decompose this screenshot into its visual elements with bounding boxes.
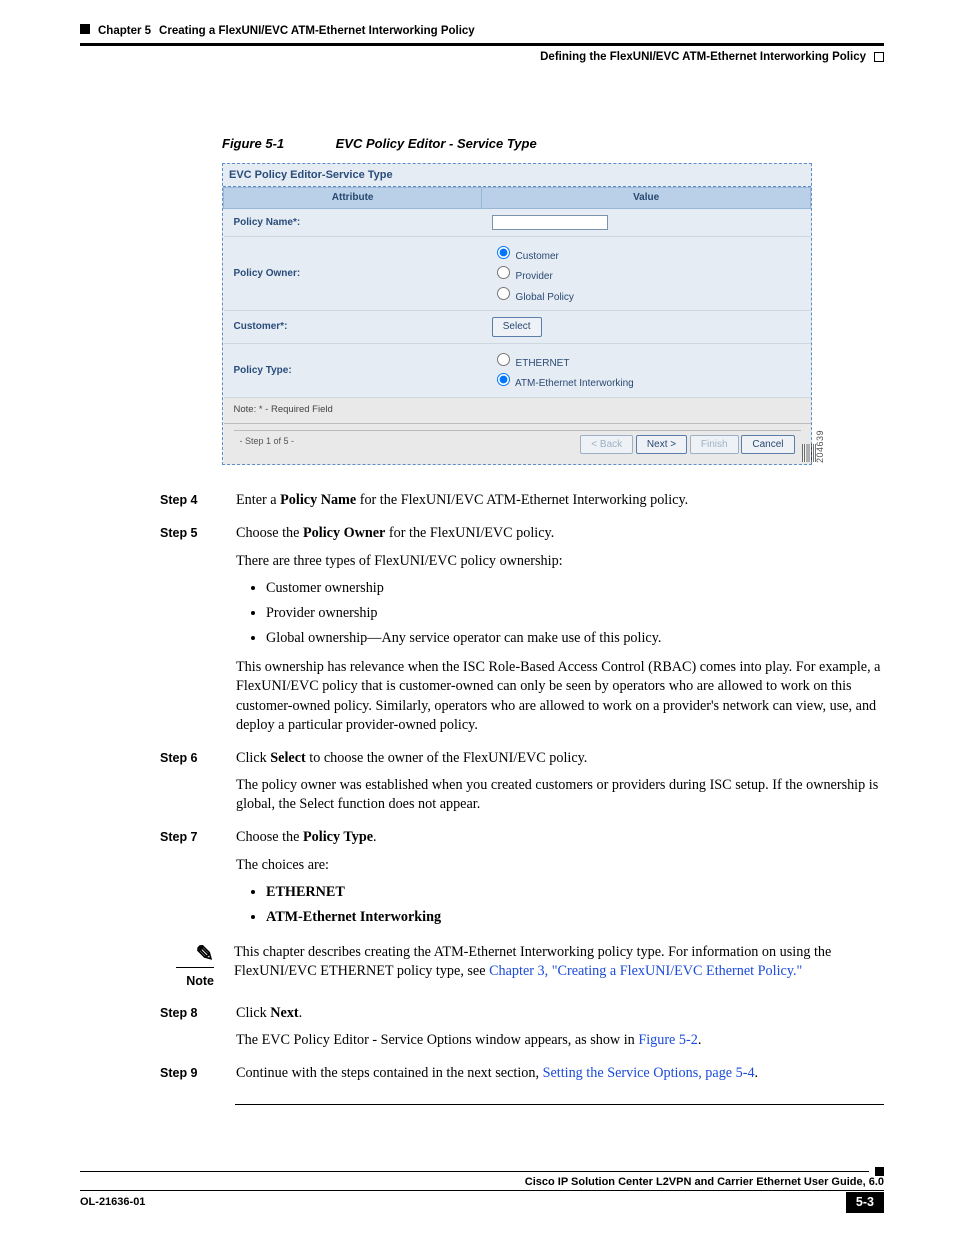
header-rule-thin	[80, 45, 884, 46]
step-indicator: - Step 1 of 5 -	[240, 435, 295, 447]
panel-title: EVC Policy Editor-Service Type	[223, 164, 811, 188]
radio-global[interactable]: Global Policy	[492, 292, 574, 303]
footer-book-title: Cisco IP Solution Center L2VPN and Carri…	[80, 1175, 884, 1190]
step-9-label: Step 9	[160, 1064, 214, 1091]
row-policy-name-label: Policy Name*:	[224, 208, 482, 236]
step-7: Step 7 Choose the Policy Type. The choic…	[160, 828, 884, 937]
figure-caption: Figure 5-1 EVC Policy Editor - Service T…	[222, 135, 884, 153]
step-5-label: Step 5	[160, 524, 214, 743]
next-button[interactable]: Next >	[636, 435, 687, 455]
step-5: Step 5 Choose the Policy Owner for the F…	[160, 524, 884, 743]
step-8-label: Step 8	[160, 1004, 214, 1058]
page-footer: Cisco IP Solution Center L2VPN and Carri…	[80, 1167, 884, 1213]
section-title: Defining the FlexUNI/EVC ATM-Ethernet In…	[540, 50, 866, 66]
note-rule	[176, 967, 214, 968]
section-end-rule	[235, 1104, 884, 1105]
figure-id: 204639	[814, 430, 826, 463]
row-customer-label: Customer*:	[224, 311, 482, 344]
radio-provider[interactable]: Provider	[492, 271, 553, 282]
step-9: Step 9 Continue with the steps contained…	[160, 1064, 884, 1091]
figure-screenshot: EVC Policy Editor-Service Type Attribute…	[222, 163, 812, 466]
step-8: Step 8 Click Next. The EVC Policy Editor…	[160, 1004, 884, 1058]
chapter-title: Creating a FlexUNI/EVC ATM-Ethernet Inte…	[159, 24, 884, 40]
back-button[interactable]: < Back	[580, 435, 633, 455]
policy-name-input[interactable]	[492, 215, 608, 230]
step-6: Step 6 Click Select to choose the owner …	[160, 749, 884, 823]
footer-page-number: 5-3	[846, 1192, 884, 1213]
finish-button[interactable]: Finish	[690, 435, 739, 455]
col-value: Value	[482, 188, 811, 209]
list-item: Provider ownership	[266, 604, 884, 623]
chapter-label: Chapter 5	[98, 24, 151, 40]
radio-atm-ethernet[interactable]: ATM-Ethernet Interworking	[492, 378, 634, 389]
col-attribute: Attribute	[224, 188, 482, 209]
list-item: Global ownership—Any service operator ca…	[266, 629, 884, 648]
radio-customer[interactable]: Customer	[492, 251, 559, 262]
header-square-icon	[874, 52, 884, 62]
step-7-label: Step 7	[160, 828, 214, 937]
step-6-label: Step 6	[160, 749, 214, 823]
list-item: ETHERNET	[266, 883, 884, 902]
radio-ethernet[interactable]: ETHERNET	[492, 358, 570, 369]
footer-rule-thin	[80, 1190, 884, 1191]
figure-number: Figure 5-1	[222, 135, 332, 153]
footer-rule	[80, 1171, 869, 1172]
cancel-button[interactable]: Cancel	[741, 435, 794, 455]
row-policy-owner-label: Policy Owner:	[224, 236, 482, 311]
step-4-label: Step 4	[160, 491, 214, 518]
figure-title: EVC Policy Editor - Service Type	[336, 136, 537, 151]
step-4: Step 4 Enter a Policy Name for the FlexU…	[160, 491, 884, 518]
list-item: Customer ownership	[266, 579, 884, 598]
list-item: ATM-Ethernet Interworking	[266, 908, 884, 927]
note-label: Note	[186, 974, 214, 988]
section-link[interactable]: Setting the Service Options, page 5-4	[543, 1065, 755, 1081]
note-block: ✎ Note This chapter describes creating t…	[160, 943, 884, 990]
page-header: Chapter 5 Creating a FlexUNI/EVC ATM-Eth…	[80, 24, 884, 65]
footer-doc-id: OL-21636-01	[80, 1195, 145, 1210]
header-marker-icon	[80, 24, 90, 34]
select-customer-button[interactable]: Select	[492, 317, 542, 337]
required-note: Note: * - Required Field	[224, 397, 811, 423]
row-policy-type-label: Policy Type:	[224, 343, 482, 397]
note-link[interactable]: Chapter 3, "Creating a FlexUNI/EVC Ether…	[489, 963, 802, 979]
figure-link[interactable]: Figure 5-2	[638, 1032, 698, 1048]
pencil-icon: ✎	[160, 943, 214, 965]
